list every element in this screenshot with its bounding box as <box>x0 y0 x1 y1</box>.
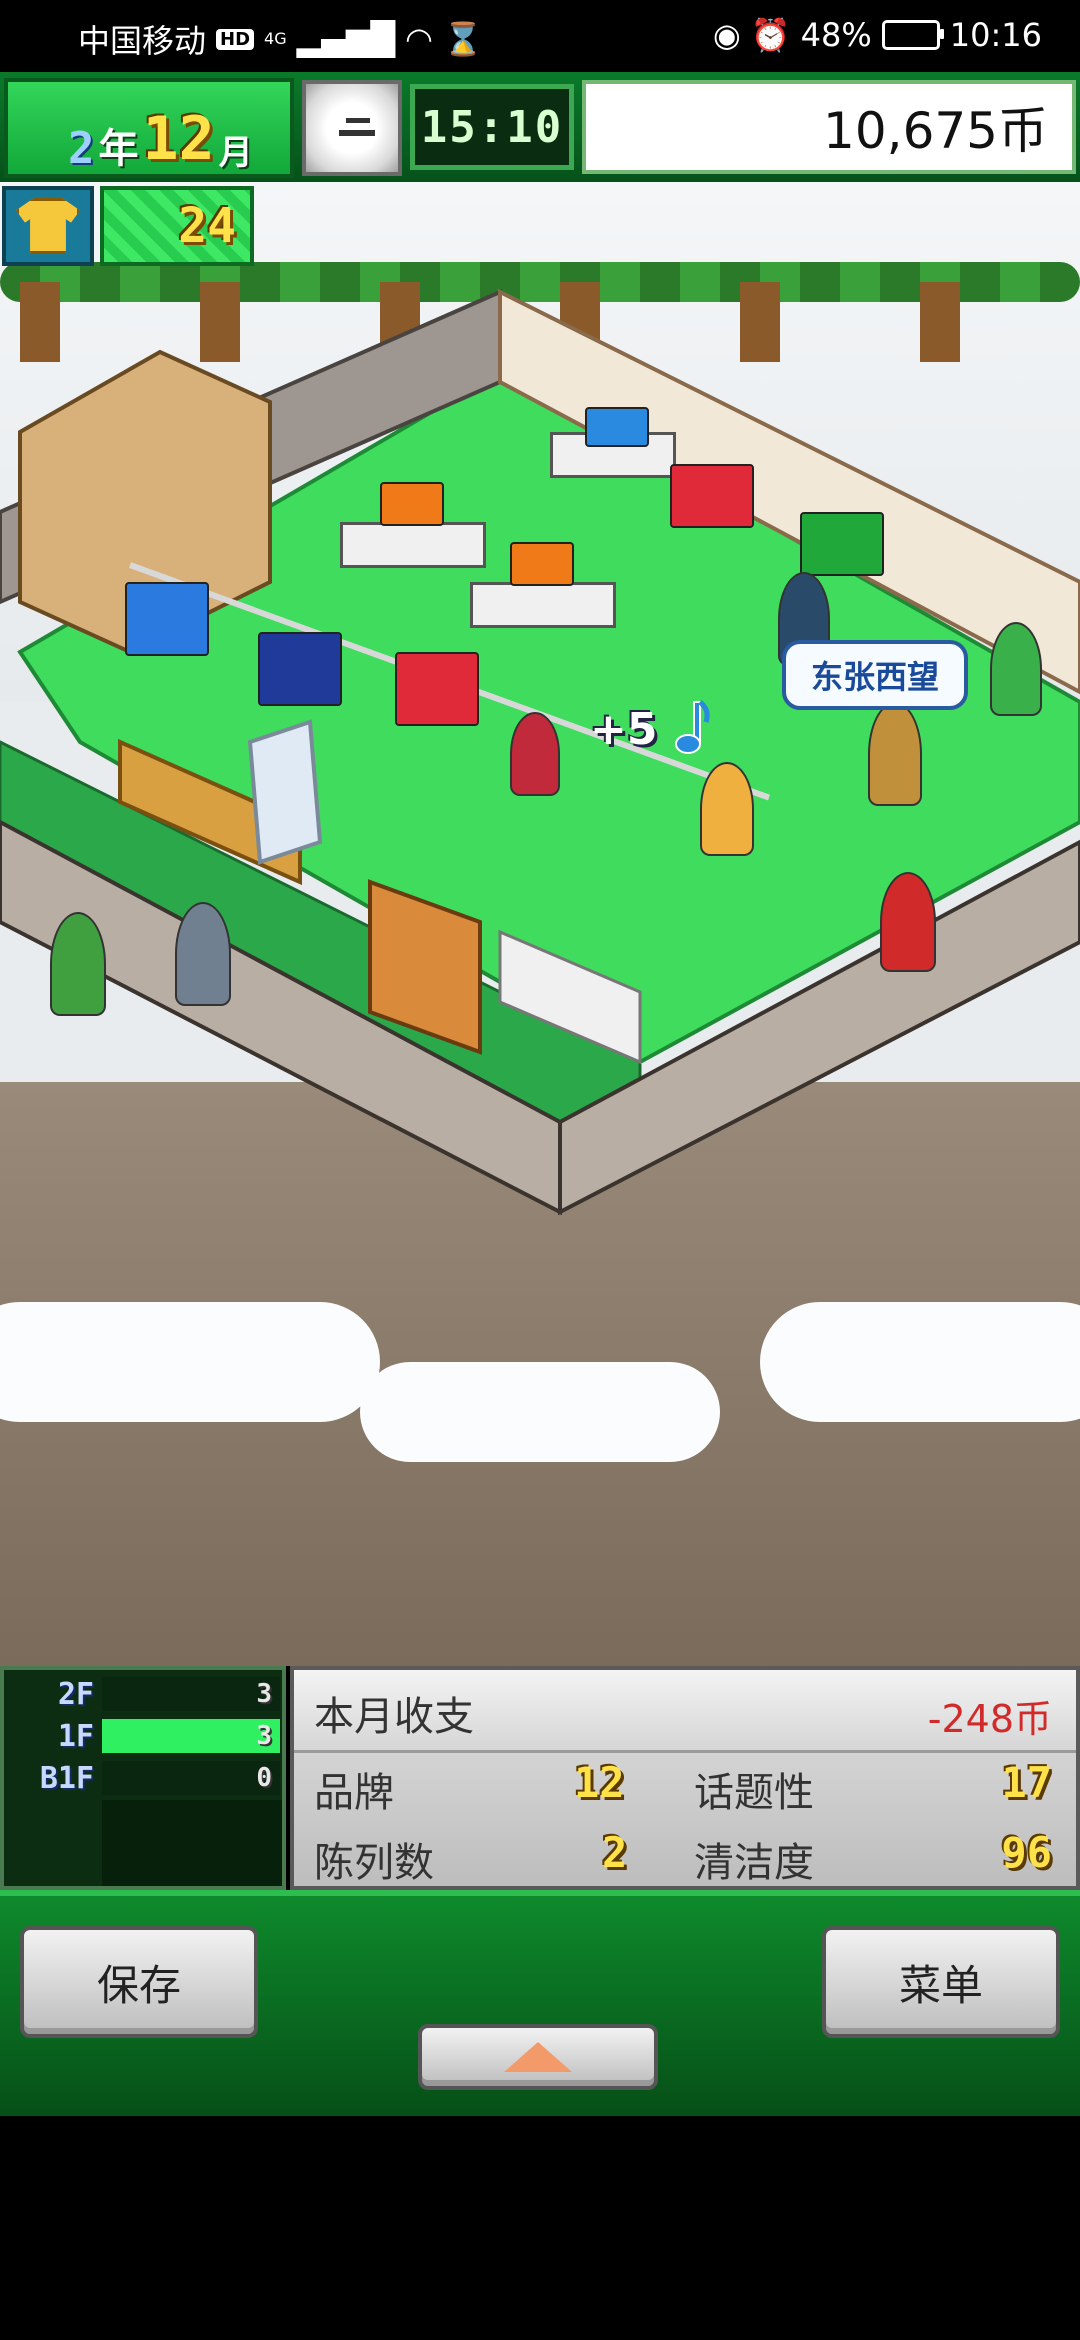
floor-bar: 0 <box>102 1761 280 1795</box>
battery-percent: 48% <box>800 16 872 54</box>
monthly-balance-label: 本月收支 <box>314 1694 474 1740</box>
expand-button[interactable] <box>418 2024 658 2090</box>
clock-hand-long <box>339 130 375 136</box>
street <box>0 1082 1080 1666</box>
tree-trunk <box>740 282 780 362</box>
hanging-clothes <box>670 464 754 528</box>
cleanliness-value: 96 <box>1001 1828 1052 1877</box>
brand-value: 12 <box>574 1758 625 1807</box>
floor-row-2f[interactable]: 2F 3 <box>4 1674 282 1714</box>
floor-row-b1f[interactable]: B1F 0 <box>4 1758 282 1798</box>
alarm-icon: ⏰ <box>750 16 791 54</box>
hd-badge: HD <box>216 28 255 50</box>
up-arrow-icon <box>504 2042 572 2072</box>
display-table[interactable] <box>340 522 486 568</box>
snow-pile <box>0 1302 380 1422</box>
pedestrian-npc[interactable] <box>880 872 936 972</box>
tree-trunk <box>200 282 240 362</box>
topic-label: 话题性 <box>694 1770 814 1816</box>
pedestrian-npc[interactable] <box>175 902 231 1006</box>
snow-pile <box>760 1302 1080 1422</box>
hanging-clothes <box>258 632 342 706</box>
status-time: 10:16 <box>949 16 1042 54</box>
tree-trunk <box>380 282 420 362</box>
hanging-clothes <box>125 582 209 656</box>
brand-label: 品牌 <box>314 1770 394 1816</box>
game-time: 15:10 <box>410 84 574 170</box>
display-table[interactable] <box>470 582 616 628</box>
clock-icon <box>302 80 402 176</box>
floor-label: B1F <box>39 1760 94 1796</box>
display-count-label: 陈列数 <box>314 1840 434 1886</box>
month-number: 12 <box>142 104 215 174</box>
floor-label: 1F <box>57 1718 94 1754</box>
rank-value-box: 24 <box>100 186 254 266</box>
game-scene[interactable]: 东张西望 +5 <box>0 182 1080 1666</box>
clock-hand-short <box>346 118 370 123</box>
snow-pile <box>360 1362 720 1462</box>
customer-npc[interactable] <box>700 762 754 856</box>
pedestrian-npc[interactable] <box>50 912 106 1016</box>
wifi-icon: ◠ <box>405 20 433 58</box>
network-type: 4G <box>264 29 287 48</box>
shirt-shape <box>16 198 80 254</box>
floor-row-1f[interactable]: 1F 3 <box>4 1716 282 1756</box>
clothing-rack <box>128 562 771 801</box>
topic-value: 17 <box>1001 1758 1052 1807</box>
hanging-clothes <box>395 652 479 726</box>
status-bar: 中国移动 HD 4G ▂▄▆█ ◠ ⌛ ◉ ⏰ 48% 10:16 <box>0 0 1080 72</box>
cleanliness-label: 清洁度 <box>694 1840 814 1886</box>
floor-empty-area <box>102 1800 282 1886</box>
floor-count: 3 <box>256 1679 272 1709</box>
top-hud: 2 年 12 月 15:10 10,675币 <box>0 72 1080 182</box>
tree-trunk <box>560 282 600 362</box>
signal-icon: ▂▄▆█ <box>296 20 396 58</box>
eye-icon: ◉ <box>712 16 741 54</box>
popup-gain: +5 <box>590 704 658 755</box>
clothing-stack <box>380 482 444 526</box>
monthly-balance-value: -248币 <box>927 1697 1052 1741</box>
display-count-value: 2 <box>602 1828 628 1877</box>
speech-bubble: 东张西望 <box>782 640 968 710</box>
staff-npc[interactable] <box>990 622 1042 716</box>
floor-bar: 3 <box>102 1719 280 1753</box>
save-button[interactable]: 保存 <box>20 1926 258 2038</box>
year-unit: 年 <box>98 126 139 172</box>
hanging-clothes <box>800 512 884 576</box>
floor-label: 2F <box>57 1676 94 1712</box>
customer-npc[interactable] <box>510 712 560 796</box>
status-right: ◉ ⏰ 48% 10:16 <box>713 16 1042 54</box>
monthly-balance-row: 本月收支 -248币 <box>294 1670 1076 1753</box>
stats-panel: 本月收支 -248币 品牌 12 话题性 17 陈列数 2 清洁度 96 <box>290 1666 1080 1890</box>
hourglass-icon: ⌛ <box>442 20 483 58</box>
rank-value: 24 <box>178 198 236 254</box>
floor-bar: 3 <box>102 1677 280 1711</box>
customer-npc[interactable] <box>868 702 922 806</box>
floor-count: 0 <box>256 1763 272 1793</box>
battery-icon <box>881 20 944 50</box>
tree-garland <box>0 262 1080 302</box>
carrier-name: 中国移动 <box>78 22 207 60</box>
date-display[interactable]: 2 年 12 月 <box>4 78 294 178</box>
tree-trunk <box>20 282 60 362</box>
music-note-icon <box>675 700 710 754</box>
floor-selector: 2F 3 1F 3 B1F 0 <box>0 1666 286 1890</box>
menu-button[interactable]: 菜单 <box>822 1926 1060 2038</box>
status-left: 中国移动 HD 4G ▂▄▆█ ◠ ⌛ <box>78 16 483 62</box>
tree-trunk <box>920 282 960 362</box>
money-display: 10,675币 <box>582 80 1076 174</box>
customer-npc[interactable] <box>778 572 830 666</box>
shirt-icon[interactable] <box>2 186 94 266</box>
year-number: 2 <box>68 123 95 174</box>
display-table[interactable] <box>550 432 676 478</box>
month-unit: 月 <box>218 133 253 173</box>
floor-count: 3 <box>256 1721 272 1751</box>
clothing-stack <box>585 407 649 447</box>
clothing-stack <box>510 542 574 586</box>
bottom-controls: 保存 菜单 <box>0 1890 1080 2116</box>
shop-floor <box>0 288 1080 1216</box>
